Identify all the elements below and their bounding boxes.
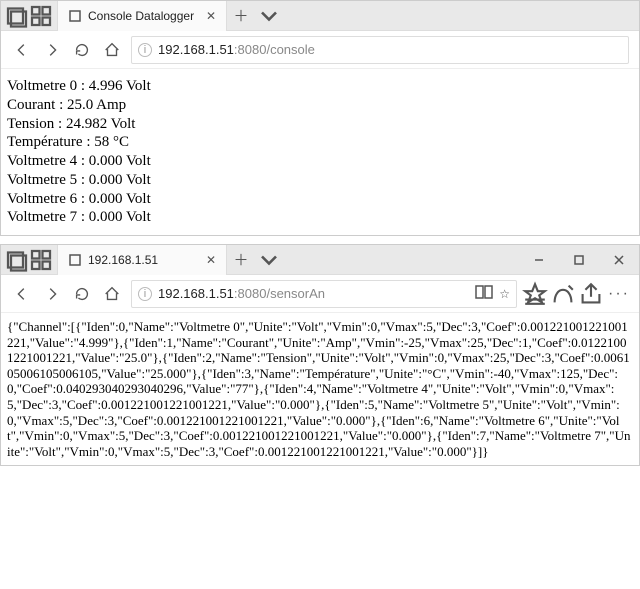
more-menu-icon[interactable]: ··· (605, 280, 633, 308)
url-host: 192.168.1.51 (158, 42, 234, 57)
page-favicon (68, 9, 82, 23)
share-icon[interactable] (577, 280, 605, 308)
console-line: Courant : 25.0 Amp (7, 96, 633, 115)
new-tab-button[interactable]: ＋ (227, 246, 255, 274)
nav-toolbar: i 192.168.1.51:8080/sensorAn ☆ ··· (1, 275, 639, 313)
tab-actions: ＋ (227, 246, 283, 274)
browser-tab[interactable]: Console Datalogger ✕ (57, 1, 227, 31)
url-text: 192.168.1.51:8080/console (158, 42, 315, 57)
reading-view-icon[interactable] (475, 285, 493, 302)
url-path: /sensorAn (266, 286, 325, 301)
favorites-hub-icon[interactable] (521, 280, 549, 308)
address-bar[interactable]: i 192.168.1.51:8080/sensorAn ☆ (131, 280, 517, 308)
close-window-button[interactable] (599, 245, 639, 275)
refresh-button[interactable] (67, 279, 97, 309)
tab-strip-leading-icons (1, 4, 57, 28)
console-line: Tension : 24.982 Volt (7, 115, 633, 134)
tab-aside-icon[interactable] (5, 248, 29, 272)
tab-menu-chevron-icon[interactable] (255, 2, 283, 30)
tab-actions: ＋ (227, 2, 283, 30)
console-line: Voltmetre 0 : 4.996 Volt (7, 77, 633, 96)
nav-toolbar: i 192.168.1.51:8080/console (1, 31, 639, 69)
console-line: Voltmetre 6 : 0.000 Volt (7, 190, 633, 209)
toolbar-right-icons: ··· (521, 280, 633, 308)
tab-preview-icon[interactable] (29, 4, 53, 28)
console-line: Voltmetre 4 : 0.000 Volt (7, 152, 633, 171)
home-button[interactable] (97, 35, 127, 65)
forward-button[interactable] (37, 279, 67, 309)
home-button[interactable] (97, 279, 127, 309)
tab-aside-icon[interactable] (5, 4, 29, 28)
url-text: 192.168.1.51:8080/sensorAn (158, 286, 325, 301)
tab-title: Console Datalogger (88, 9, 198, 23)
maximize-button[interactable] (559, 245, 599, 275)
site-info-icon[interactable]: i (138, 43, 152, 57)
tab-menu-chevron-icon[interactable] (255, 246, 283, 274)
address-bar[interactable]: i 192.168.1.51:8080/console (131, 36, 629, 64)
page-body-json: {"Channel":[{"Iden":0,"Name":"Voltmetre … (1, 313, 639, 465)
console-line: Voltmetre 7 : 0.000 Volt (7, 208, 633, 227)
url-port: :8080 (234, 286, 267, 301)
tab-close-icon[interactable]: ✕ (206, 253, 216, 267)
console-line: Température : 58 °C (7, 133, 633, 152)
tab-strip: 192.168.1.51 ✕ ＋ (1, 245, 639, 275)
back-button[interactable] (7, 279, 37, 309)
back-button[interactable] (7, 35, 37, 65)
tab-strip-leading-icons (1, 248, 57, 272)
page-body: Voltmetre 0 : 4.996 VoltCourant : 25.0 A… (1, 69, 639, 235)
web-notes-icon[interactable] (549, 280, 577, 308)
site-info-icon[interactable]: i (138, 287, 152, 301)
tab-preview-icon[interactable] (29, 248, 53, 272)
window-controls (519, 245, 639, 275)
refresh-button[interactable] (67, 35, 97, 65)
minimize-button[interactable] (519, 245, 559, 275)
url-port: :8080 (234, 42, 267, 57)
browser-window-1: Console Datalogger ✕ ＋ i 192.168.1.51:80… (0, 0, 640, 236)
url-host: 192.168.1.51 (158, 286, 234, 301)
favorite-star-icon[interactable]: ☆ (499, 287, 510, 301)
browser-tab[interactable]: 192.168.1.51 ✕ (57, 245, 227, 275)
new-tab-button[interactable]: ＋ (227, 2, 255, 30)
forward-button[interactable] (37, 35, 67, 65)
browser-window-2: 192.168.1.51 ✕ ＋ i 192.168.1.51:8080/sen… (0, 244, 640, 466)
console-line: Voltmetre 5 : 0.000 Volt (7, 171, 633, 190)
tab-close-icon[interactable]: ✕ (206, 9, 216, 23)
page-favicon (68, 253, 82, 267)
tab-title: 192.168.1.51 (88, 253, 198, 267)
tab-strip: Console Datalogger ✕ ＋ (1, 1, 639, 31)
url-path: /console (266, 42, 314, 57)
